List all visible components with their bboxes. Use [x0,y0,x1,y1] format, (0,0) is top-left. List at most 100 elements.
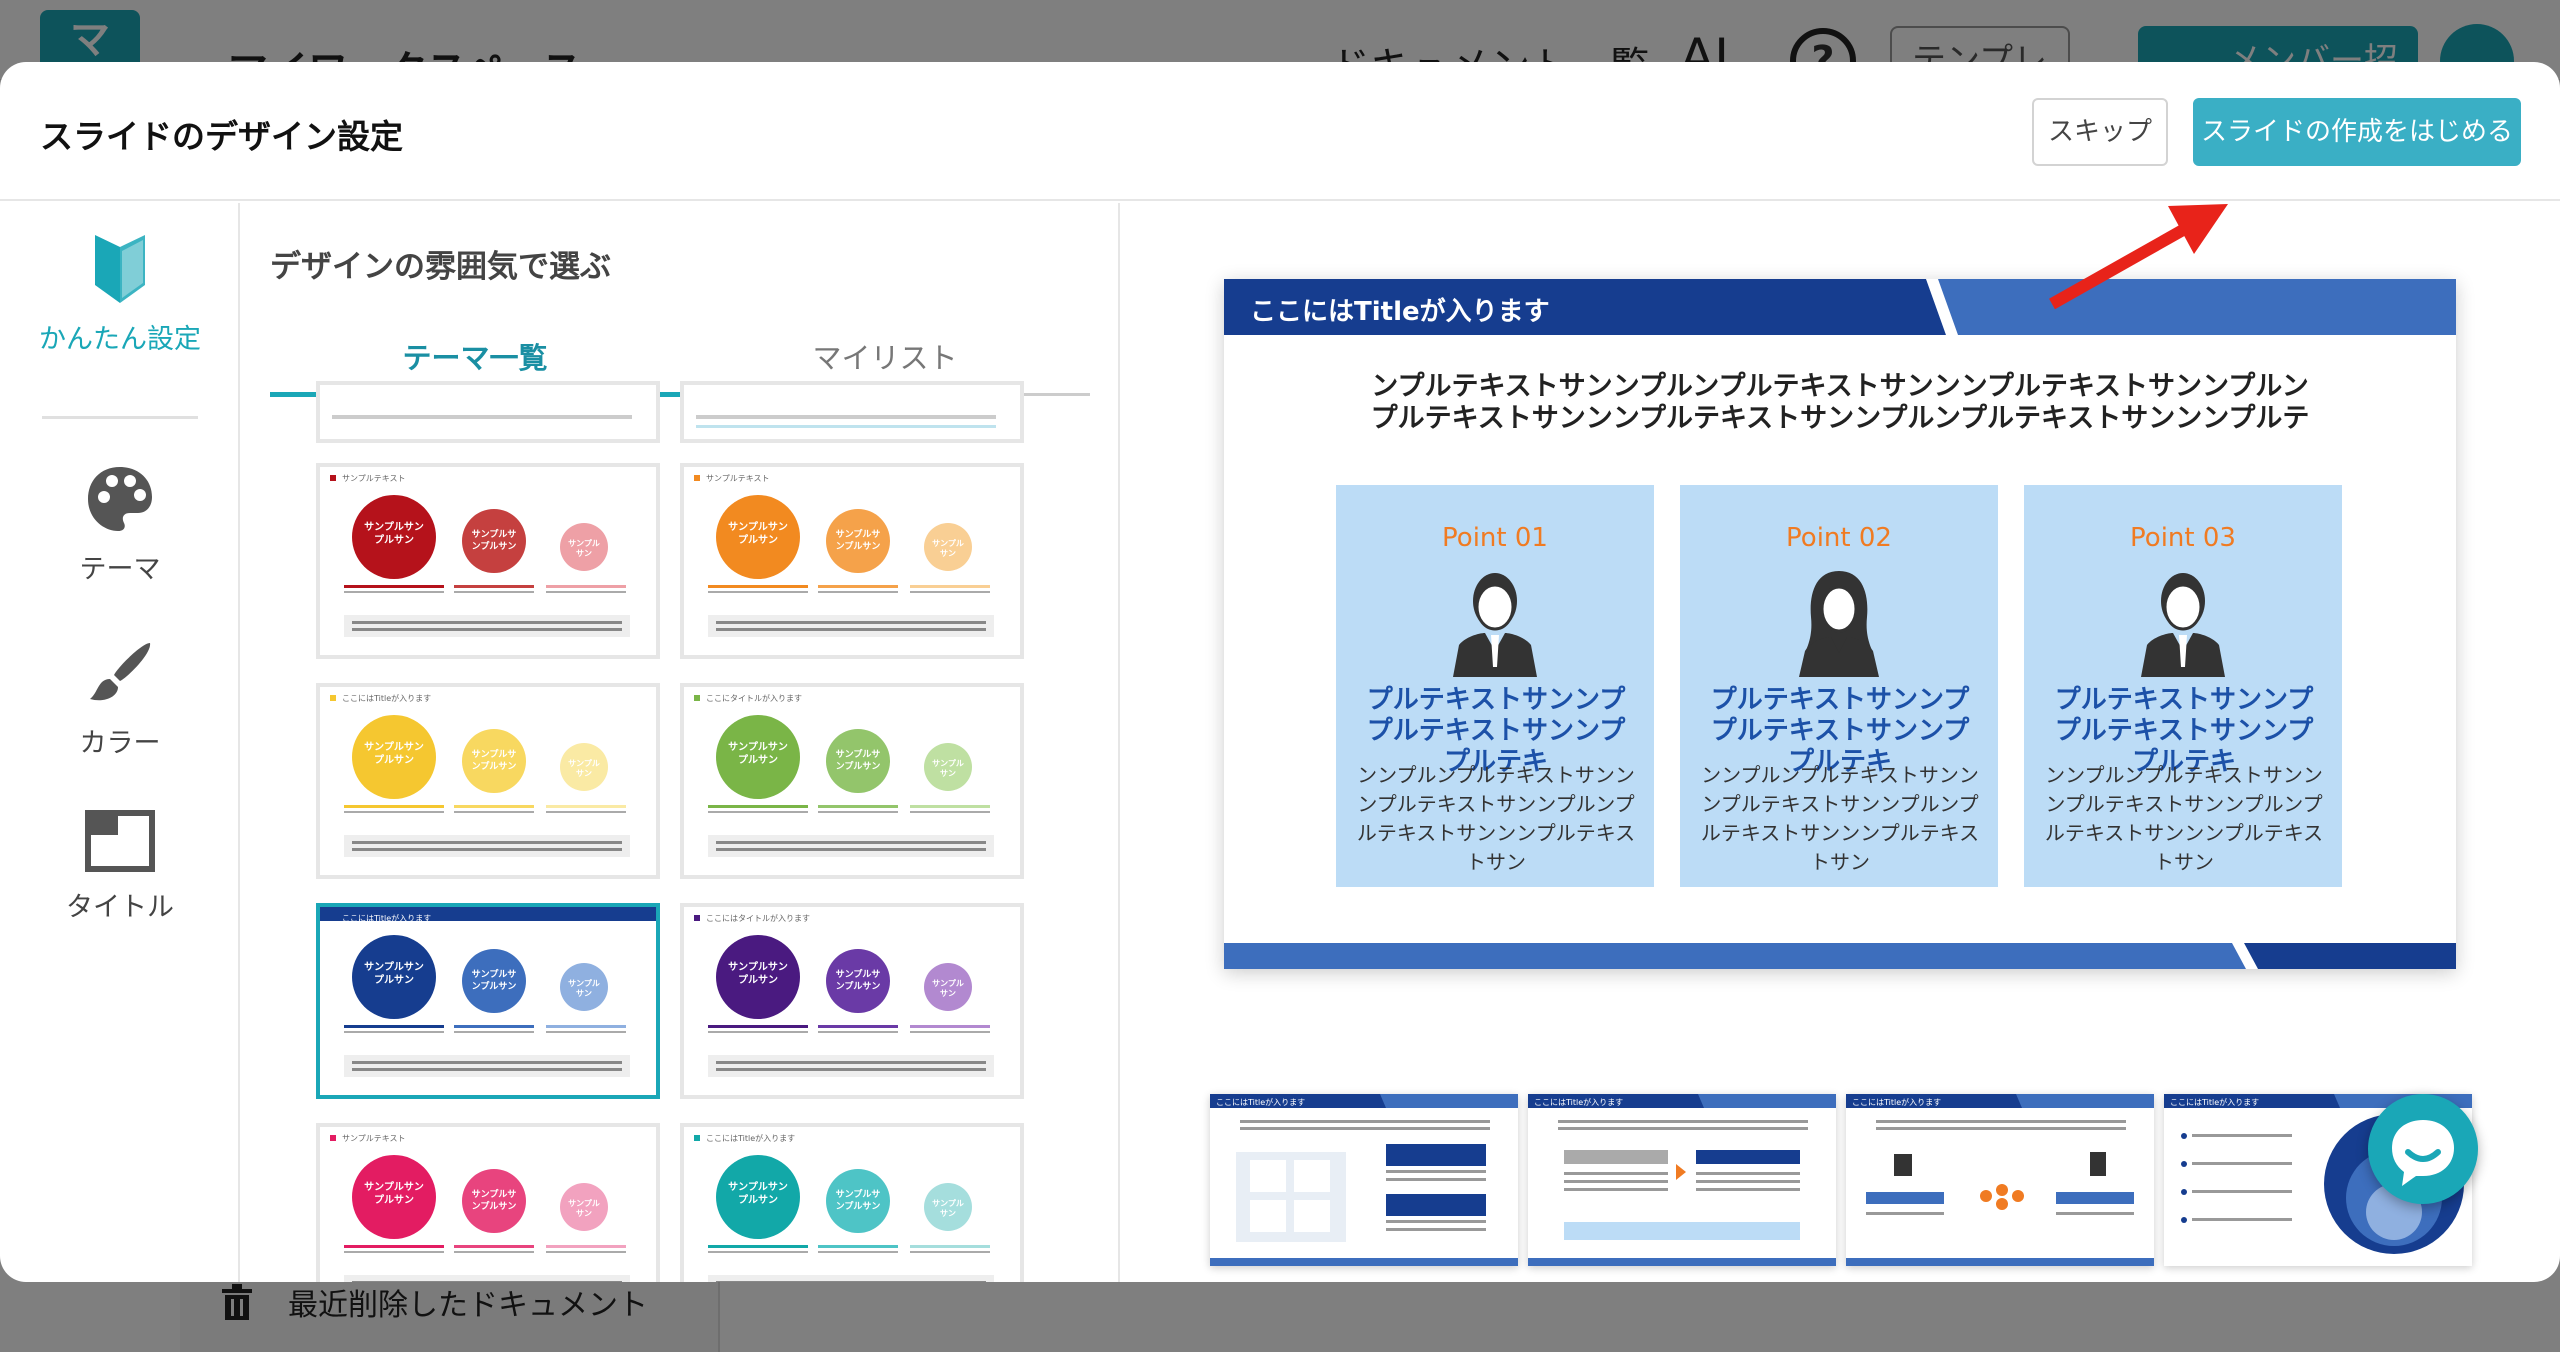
theme-thumb-circle-2-text: サンプルサンプルサン [471,530,517,552]
theme-thumb[interactable]: ここにはタイトルが入ります サンプルサンプルサン サンプルサンプルサン サンプルサン [680,903,1024,1099]
theme-thumb-label: ここにはタイトルが入ります [706,914,810,923]
nav-item-color[interactable]: カラー [0,637,240,760]
theme-thumb-graphic [694,915,994,1077]
theme-thumb-circle-2-text: サンプルサンプルサン [835,750,881,772]
theme-thumb[interactable]: サンプルテキスト サンプルサンプルサン サンプルサンプルサン サンプルサン [316,463,660,659]
slide-thumb-title: ここにはTitleが入ります [1534,1098,1624,1107]
theme-thumb-circle-3-text: サンプルサン [568,1199,600,1218]
card-point-label: Point 02 [1786,523,1892,553]
theme-thumb-circle-2-text: サンプルサンプルサン [835,530,881,552]
theme-thumb-graphic [330,695,630,857]
slide-headline: ンプルテキストサンンプルンプルテキストサンンンプルテキストサンンプルン プルテキ… [1224,371,2456,435]
businesswoman-icon [1799,571,1879,677]
card-point-label: Point 01 [1442,523,1548,553]
theme-thumb-label: サンプルテキスト [706,474,770,483]
card-body: ンンプルンプルテキストサンンンプルテキストサンンプルンプルテキストサンンンプルテ… [1356,763,1636,874]
theme-thumb-partial-2[interactable] [680,381,1024,443]
tab-my-list[interactable]: マイリスト [680,335,1090,385]
brush-icon [90,643,151,701]
theme-thumb-circle-2-text: サンプルサンプルサン [471,750,517,772]
nav-item-theme[interactable]: テーマ [0,463,240,586]
slide-thumb-graphic [1210,1094,1518,1266]
theme-thumb-label: サンプルテキスト [342,1134,406,1143]
theme-thumb-circle-1-text: サンプルサンプルサン [728,962,788,986]
theme-thumb[interactable]: サンプルテキスト サンプルサンプルサン サンプルサンプルサン サンプルサン [316,1123,660,1282]
theme-thumb-circle-1-text: サンプルサンプルサン [364,522,424,546]
slide-thumb-graphic [1846,1094,2154,1266]
slide-thumb-1[interactable]: ここにはTitleが入ります [1210,1094,1518,1266]
theme-thumb-graphic [694,475,994,637]
nav-item-easy-setup[interactable]: かんたん設定 [0,233,240,356]
businessman-icon [1453,573,1537,677]
card-body: ンンプルンプルテキストサンンンプルテキストサンンプルンプルテキストサンンンプルテ… [2044,763,2324,874]
theme-panel: デザインの雰囲気で選ぶ テーマ一覧 マイリスト サンプルテキスト サンプルサンプル… [242,203,1120,1282]
theme-thumb-circle-2-text: サンプルサンプルサン [471,1190,517,1212]
chat-bubble-icon [2392,1120,2454,1186]
modal-title: スライドのデザイン設定 [40,117,403,156]
theme-thumb-graphic [694,695,994,857]
slide-thumb-2[interactable]: ここにはTitleが入ります [1528,1094,1836,1266]
theme-thumb-label: ここにタイトルが入ります [706,694,802,703]
theme-thumb-circle-3-text: サンプルサン [568,979,600,998]
theme-thumb-circle-1-text: サンプルサンプルサン [364,1182,424,1206]
panel-title: デザインの雰囲気で選ぶ [270,249,611,285]
settings-nav: かんたん設定 テーマ カラー タイトル [0,203,240,1282]
beginner-mark-icon [95,235,145,303]
theme-thumb[interactable]: ここにはTitleが入ります サンプルサンプルサン サンプルサンプルサン サンプルサン [316,683,660,879]
theme-thumb-label: ここにはTitleが入ります [342,914,432,923]
theme-thumb[interactable]: ここにタイトルが入ります サンプルサンプルサン サンプルサンプルサン サンプルサン [680,683,1024,879]
palette-icon [88,467,152,531]
slide-thumb-graphic [1528,1094,1836,1266]
theme-thumb-circle-3-text: サンプルサン [568,759,600,778]
theme-thumb-circle-1-text: サンプルサンプルサン [364,742,424,766]
theme-thumb[interactable]: ここにはTitleが入ります サンプルサンプルサン サンプルサンプルサン サンプルサン [680,1123,1024,1282]
slide-preview: ここにはTitleが入ります ンプルテキストサンンプルンプルテキストサンンンプル… [1224,279,2456,969]
title-layout-icon [85,810,155,872]
red-arrow-annotation [2049,204,2228,310]
nav-label-theme: テーマ [79,554,161,585]
thumb-text-line [332,415,632,419]
card-body: ンンプルンプルテキストサンンンプルテキストサンンプルンプルテキストサンンンプルテ… [1700,763,1980,874]
tab-theme-list[interactable]: テーマ一覧 [270,335,680,385]
theme-thumb-circle-1-text: サンプルサンプルサン [728,522,788,546]
theme-thumb-label: ここにはTitleが入ります [342,694,432,703]
card-point-label: Point 03 [2130,523,2236,553]
theme-thumb-label: ここにはTitleが入ります [706,1134,796,1143]
point-card-2: Point 02 プルテキストサンンププルテキストサンンププルテキ ンンプルンプ… [1680,485,1998,887]
theme-thumb-circle-1-text: サンプルサンプルサン [728,1182,788,1206]
slide-thumb-3[interactable]: ここにはTitleが入ります [1846,1094,2154,1266]
theme-thumb-graphic [330,475,630,637]
theme-thumb[interactable]: サンプルテキスト サンプルサンプルサン サンプルサンプルサン サンプルサン [680,463,1024,659]
slide-thumb-title: ここにはTitleが入ります [1216,1098,1306,1107]
nav-divider [42,416,198,419]
slide-title: ここにはTitleが入ります [1250,297,1550,327]
slide-thumb-title: ここにはTitleが入ります [1852,1098,1942,1107]
nav-label-title: タイトル [66,892,174,923]
slide-headline-line-2: プルテキストサンンンプルテキストサンンプルンプルテキストサンンンプルテ [1370,403,2310,434]
point-card-3: Point 03 プルテキストサンンププルテキストサンンププルテキ ンンプルンプ… [2024,485,2342,887]
theme-thumb-circle-3-text: サンプルサン [568,539,600,558]
thumb-accent-line [696,425,996,428]
modal-header: スライドのデザイン設定 スキップ スライドの作成をはじめる [0,62,2560,201]
theme-thumb-circle-2-text: サンプルサンプルサン [835,1190,881,1212]
theme-thumb-partial-1[interactable] [316,381,660,443]
slide-footer-band [1224,943,2456,969]
theme-thumb[interactable]: ここにはTitleが入ります サンプルサンプルサン サンプルサンプルサン サンプルサン [316,903,660,1099]
chat-support-button[interactable] [2368,1094,2478,1204]
nav-label-color: カラー [79,728,161,759]
slide-thumb-title: ここにはTitleが入ります [2170,1098,2260,1107]
theme-thumb-circle-3-text: サンプルサン [932,1199,964,1218]
theme-thumb-circle-3-text: サンプルサン [932,539,964,558]
theme-thumb-graphic [330,915,630,1077]
nav-item-title[interactable]: タイトル [0,809,240,924]
skip-button[interactable]: スキップ [2032,98,2168,166]
theme-thumb-circle-1-text: サンプルサンプルサン [728,742,788,766]
businessman-icon [2141,573,2225,677]
theme-thumb-circle-3-text: サンプルサン [932,979,964,998]
design-settings-modal: スライドのデザイン設定 スキップ スライドの作成をはじめる かんたん設定 テーマ… [0,62,2560,1282]
nav-label-easy-setup: かんたん設定 [39,324,201,355]
point-card-1: Point 01 プルテキストサンンププルテキストサンンププルテキ ンンプルンプ… [1336,485,1654,887]
thumb-text-line [696,415,996,419]
theme-thumb-circle-1-text: サンプルサンプルサン [364,962,424,986]
start-creating-button[interactable]: スライドの作成をはじめる [2193,98,2521,166]
